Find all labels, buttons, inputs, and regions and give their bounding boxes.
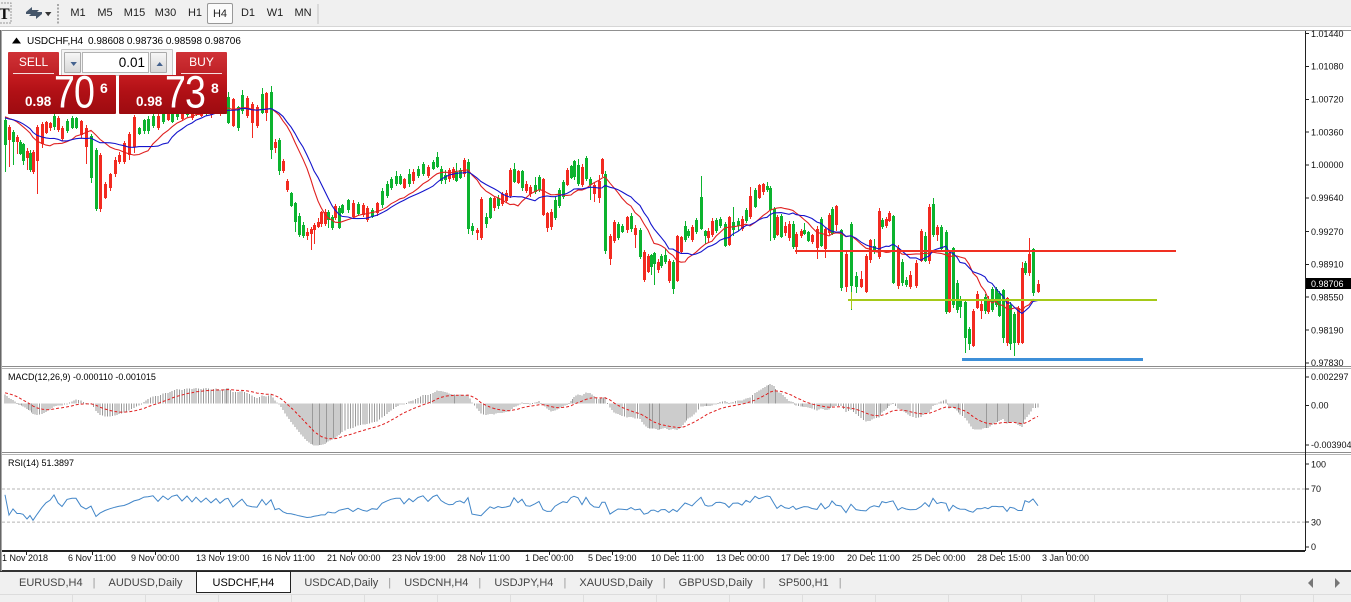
svg-text:-0.003904: -0.003904	[1311, 440, 1351, 450]
svg-text:T: T	[0, 6, 10, 23]
svg-text:RSI(14) 51.3897: RSI(14) 51.3897	[8, 458, 74, 468]
svg-text:MACD(12,26,9) -0.000110 -0.001: MACD(12,26,9) -0.000110 -0.001015	[8, 372, 156, 382]
svg-text:21 Nov 00:00: 21 Nov 00:00	[327, 553, 381, 563]
svg-text:100: 100	[1311, 459, 1326, 469]
svg-text:1.01440: 1.01440	[1311, 29, 1344, 39]
svg-text:20 Dec 11:00: 20 Dec 11:00	[847, 553, 900, 563]
svg-text:10 Dec 11:00: 10 Dec 11:00	[651, 553, 704, 563]
svg-text:0.002297: 0.002297	[1311, 372, 1349, 382]
svg-text:0.00: 0.00	[1311, 401, 1329, 411]
svg-text:30: 30	[1311, 517, 1321, 527]
svg-text:1.00000: 1.00000	[1311, 160, 1344, 170]
svg-text:16 Nov 11:00: 16 Nov 11:00	[262, 553, 315, 563]
svg-text:0.99270: 0.99270	[1311, 227, 1344, 237]
svg-text:28 Nov 11:00: 28 Nov 11:00	[457, 553, 510, 563]
svg-text:17 Dec 19:00: 17 Dec 19:00	[781, 553, 835, 563]
svg-text:USDCHF,H4: USDCHF,H4	[27, 36, 84, 47]
svg-text:0.98550: 0.98550	[1311, 292, 1344, 302]
svg-text:1.00720: 1.00720	[1311, 95, 1344, 105]
svg-text:0.98190: 0.98190	[1311, 325, 1344, 335]
svg-text:0.98608 0.98736 0.98598 0.9870: 0.98608 0.98736 0.98598 0.98706	[88, 36, 241, 47]
svg-text:23 Nov 19:00: 23 Nov 19:00	[392, 553, 446, 563]
svg-text:0.97830: 0.97830	[1311, 358, 1344, 368]
svg-text:1.01080: 1.01080	[1311, 62, 1344, 72]
svg-text:6 Nov 11:00: 6 Nov 11:00	[68, 553, 116, 563]
svg-text:3 Jan 00:00: 3 Jan 00:00	[1042, 553, 1089, 563]
svg-text:13 Nov 19:00: 13 Nov 19:00	[196, 553, 250, 563]
svg-text:28 Dec 15:00: 28 Dec 15:00	[977, 553, 1031, 563]
svg-text:70: 70	[1311, 484, 1321, 494]
svg-text:0: 0	[1311, 542, 1316, 552]
svg-text:25 Dec 00:00: 25 Dec 00:00	[912, 553, 966, 563]
svg-text:13 Dec 00:00: 13 Dec 00:00	[716, 553, 770, 563]
svg-text:1 Nov 2018: 1 Nov 2018	[2, 553, 48, 563]
svg-text:0.98706: 0.98706	[1311, 279, 1344, 289]
svg-text:0.98910: 0.98910	[1311, 260, 1344, 270]
svg-text:0.99640: 0.99640	[1311, 193, 1344, 203]
svg-text:1.00360: 1.00360	[1311, 127, 1344, 137]
